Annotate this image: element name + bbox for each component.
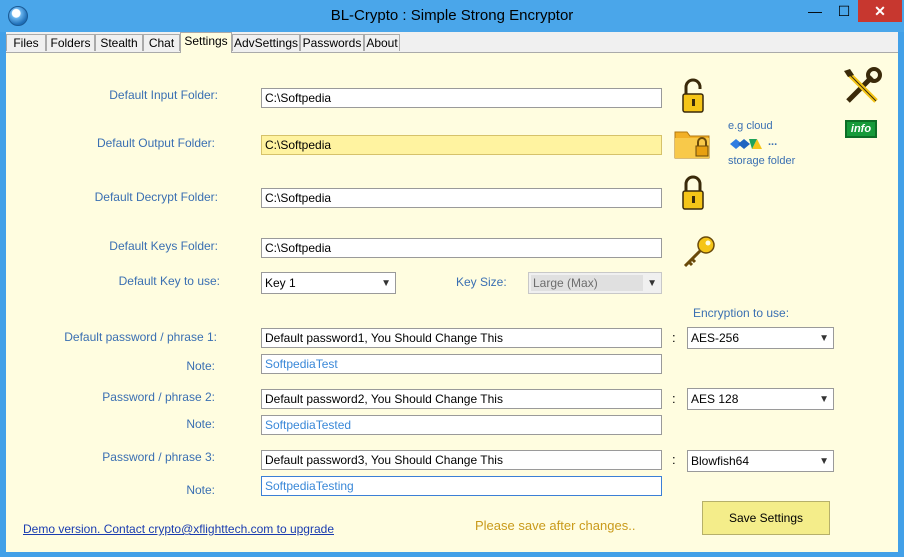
cloud-hint-line1: e.g cloud — [728, 120, 773, 132]
password3-label: Password / phrase 3: — [102, 450, 215, 464]
info-button[interactable]: info — [845, 120, 877, 138]
keys-folder-field[interactable]: C:\Softpedia — [261, 238, 662, 258]
folder-lock-icon[interactable] — [673, 126, 713, 160]
output-folder-label: Default Output Folder: — [96, 136, 215, 150]
password1-field[interactable]: Default password1, You Should Change Thi… — [261, 328, 662, 348]
chevron-down-icon: ▼ — [381, 278, 391, 289]
app-window: BL-Crypto : Simple Strong Encryptor — ☐ … — [0, 0, 904, 557]
encryption1-select[interactable]: AES-256 ▼ — [687, 327, 834, 349]
tab-folders[interactable]: Folders — [46, 34, 95, 51]
note3-label: Note: — [186, 483, 215, 497]
cloud-hint-line2: storage folder — [728, 155, 796, 167]
password1-label: Default password / phrase 1: — [64, 330, 217, 344]
encryption-header: Encryption to use: — [693, 306, 790, 320]
decrypt-folder-field[interactable]: C:\Softpedia — [261, 188, 662, 208]
encryption3-value: Blowfish64 — [691, 454, 750, 468]
input-folder-label: Default Input Folder: — [109, 88, 218, 102]
save-settings-button[interactable]: Save Settings — [702, 501, 830, 535]
note2-label: Note: — [186, 417, 215, 431]
minimize-button[interactable]: — — [800, 0, 830, 22]
password2-field[interactable]: Default password2, You Should Change Thi… — [261, 389, 662, 409]
note3-field[interactable]: SoftpediaTesting — [261, 476, 662, 496]
chevron-down-icon: ▼ — [819, 394, 829, 405]
save-hint: Please save after changes.. — [475, 518, 636, 533]
key-select[interactable]: Key 1 ▼ — [261, 272, 396, 294]
keys-folder-label: Default Keys Folder: — [109, 239, 218, 253]
password3-field[interactable]: Default password3, You Should Change Thi… — [261, 450, 662, 470]
maximize-button[interactable]: ☐ — [830, 0, 858, 22]
key-size-label: Key Size: — [456, 275, 507, 289]
note2-field[interactable]: SoftpediaTested — [261, 415, 662, 435]
tab-files[interactable]: Files — [6, 34, 46, 51]
tab-about[interactable]: About — [364, 34, 400, 51]
tab-stealth[interactable]: Stealth — [95, 34, 143, 51]
close-button[interactable]: ✕ — [858, 0, 902, 22]
chevron-down-icon: ▼ — [819, 456, 829, 467]
chevron-down-icon: ▼ — [819, 333, 829, 344]
colon-separator: : — [672, 391, 676, 406]
key-select-value: Key 1 — [265, 276, 296, 290]
note1-label: Note: — [186, 359, 215, 373]
tab-passwords[interactable]: Passwords — [300, 34, 364, 51]
key-size-select: Large (Max) ▼ — [528, 272, 662, 294]
cloud-storage-icon — [730, 139, 762, 149]
encryption2-select[interactable]: AES 128 ▼ — [687, 388, 834, 410]
demo-version-link[interactable]: Demo version. Contact crypto@xflighttech… — [23, 522, 334, 536]
tab-bar: Files Folders Stealth Chat Settings AdvS… — [6, 32, 898, 53]
tab-chat[interactable]: Chat — [143, 34, 180, 51]
encryption3-select[interactable]: Blowfish64 ▼ — [687, 450, 834, 472]
encryption1-value: AES-256 — [691, 331, 740, 345]
colon-separator: : — [672, 452, 676, 467]
key-label: Default Key to use: — [118, 274, 220, 288]
key-size-value: Large (Max) — [531, 275, 643, 291]
tab-settings[interactable]: Settings — [180, 32, 232, 53]
settings-panel: Default Input Folder: C:\Softpedia Defau… — [6, 53, 898, 552]
input-folder-field[interactable]: C:\Softpedia — [261, 88, 662, 108]
tools-icon[interactable] — [842, 67, 882, 107]
key-icon[interactable] — [681, 234, 717, 270]
lock-icon[interactable] — [681, 175, 707, 211]
window-title: BL-Crypto : Simple Strong Encryptor — [330, 7, 574, 24]
cloud-hint-ellipsis: ... — [768, 136, 778, 148]
colon-separator: : — [672, 330, 676, 345]
chevron-down-icon: ▼ — [647, 278, 657, 289]
lock-open-icon[interactable] — [681, 78, 707, 114]
note1-field[interactable]: SoftpediaTest — [261, 354, 662, 374]
title-bar: BL-Crypto : Simple Strong Encryptor — ☐ … — [0, 0, 904, 32]
password2-label: Password / phrase 2: — [102, 390, 215, 404]
encryption2-value: AES 128 — [691, 392, 739, 406]
tab-advsettings[interactable]: AdvSettings — [232, 34, 300, 51]
decrypt-folder-label: Default Decrypt Folder: — [94, 190, 218, 204]
output-folder-field[interactable]: C:\Softpedia — [261, 135, 662, 155]
